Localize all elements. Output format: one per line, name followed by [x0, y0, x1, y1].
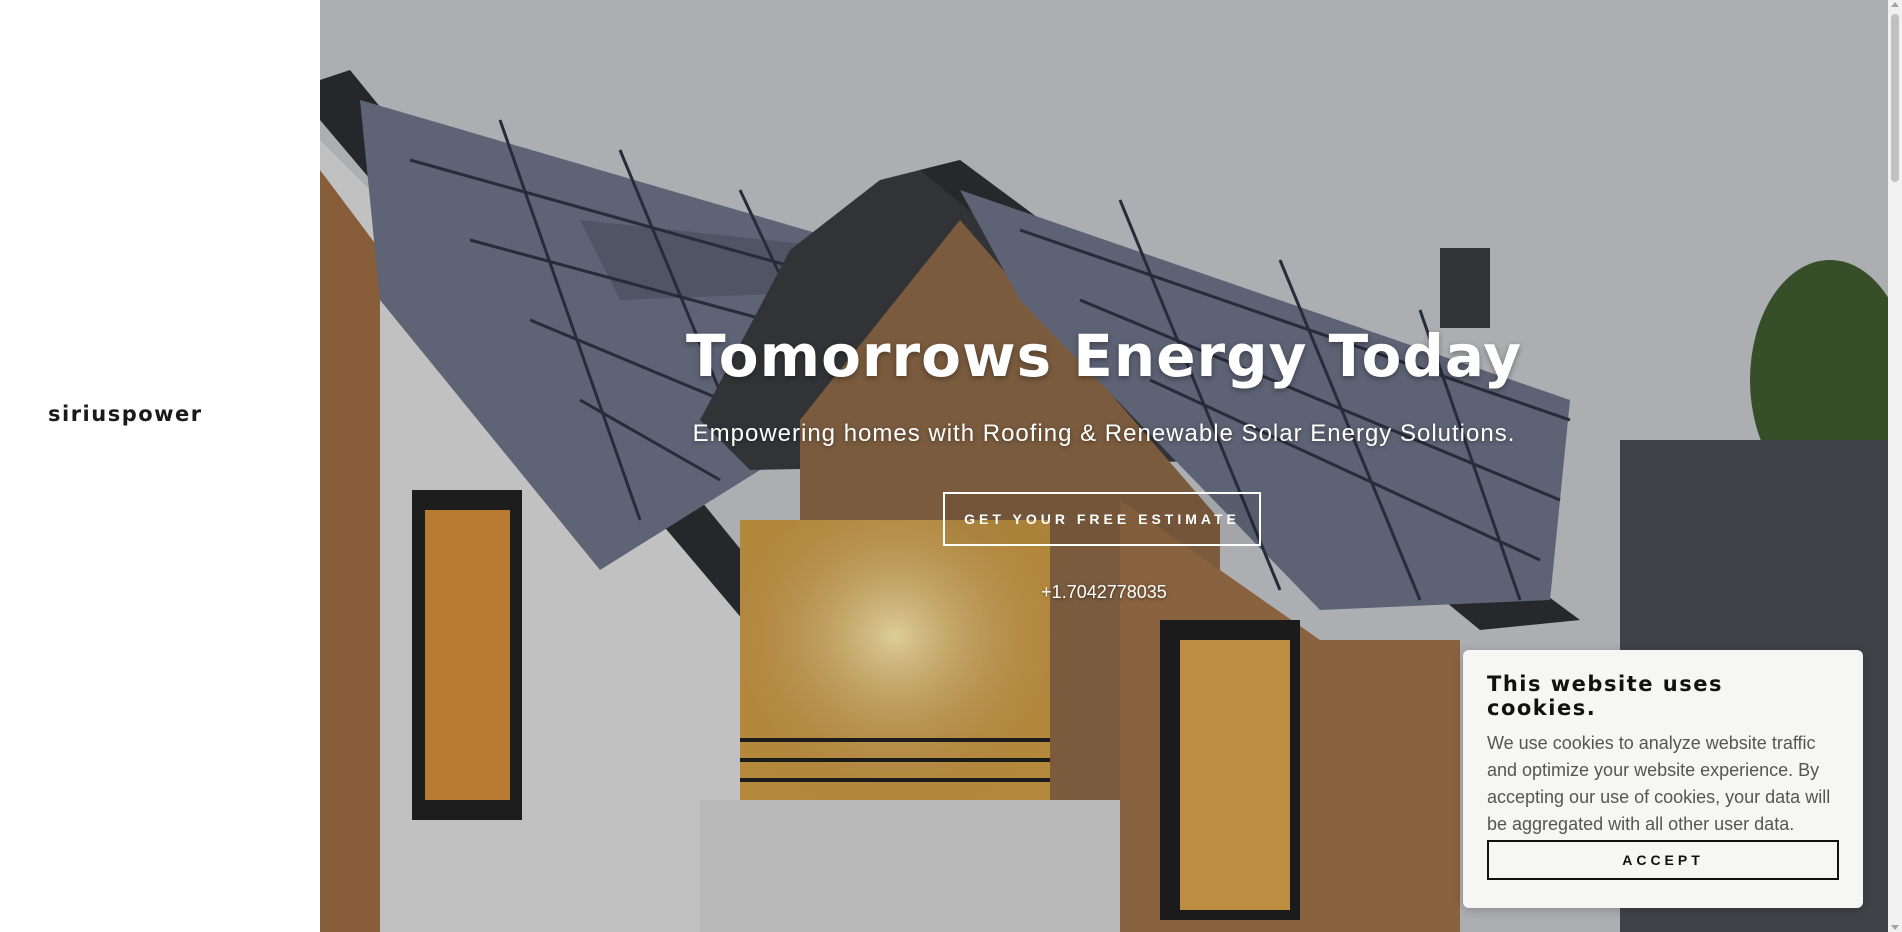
scroll-down-arrow-icon[interactable]	[1891, 925, 1899, 930]
scroll-up-arrow-icon[interactable]	[1891, 2, 1899, 7]
hero-subtitle: Empowering homes with Roofing & Renewabl…	[692, 420, 1516, 447]
scrollbar[interactable]	[1888, 0, 1902, 932]
sidebar: siriuspower	[0, 0, 320, 932]
free-estimate-button[interactable]: GET YOUR FREE ESTIMATE	[943, 492, 1261, 546]
cookie-accept-button[interactable]: ACCEPT	[1487, 840, 1839, 880]
scrollbar-thumb[interactable]	[1891, 14, 1899, 182]
hero-title: Tomorrows Energy Today	[685, 322, 1523, 390]
cookie-banner-title: This website uses cookies.	[1487, 672, 1723, 720]
cookie-banner-text: We use cookies to analyze website traffi…	[1487, 733, 1831, 834]
cookie-banner: This website uses cookies. We use cookie…	[1463, 650, 1863, 908]
page: siriuspower Tomorrows Energy Today Empow…	[0, 0, 1902, 932]
phone-link[interactable]: +1.7042778035	[320, 582, 1888, 603]
site-logo[interactable]: siriuspower	[48, 402, 203, 426]
